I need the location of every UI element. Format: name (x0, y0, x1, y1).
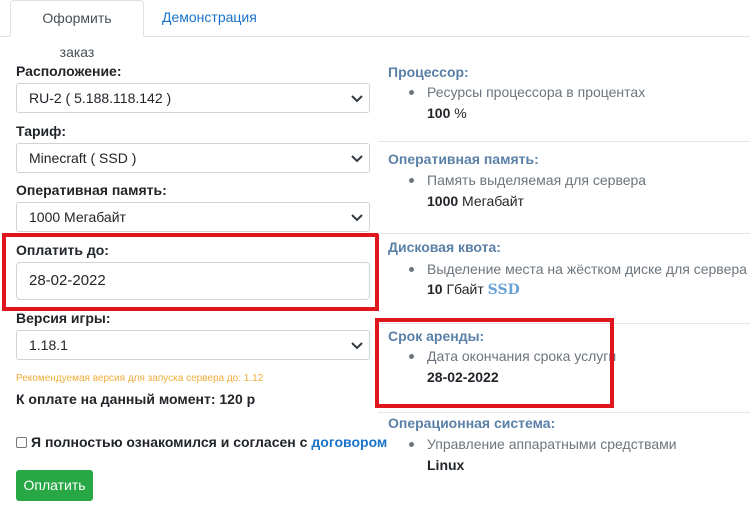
bullet-icon (409, 441, 414, 447)
highlight-frame-rent (375, 318, 614, 408)
spec-ram-title: Оперативная память: (388, 151, 539, 167)
tariff-select[interactable]: Minecraft ( SSD ) (16, 143, 370, 173)
tariff-value: Minecraft ( SSD ) (29, 150, 137, 166)
location-label: Расположение: (16, 63, 122, 79)
spec-cpu-item: Ресурсы процессора в процентах (409, 84, 645, 100)
spec-cpu-title: Процессор: (388, 64, 469, 80)
version-hint: Рекомендуемая версия для запуска сервера… (16, 373, 264, 384)
agreement-row: Я полностью ознакомился и согласен с дог… (16, 434, 387, 450)
spec-cpu-value: 100 % (427, 105, 467, 121)
ram-select[interactable]: 1000 Мегабайт (16, 202, 370, 232)
spec-ram-value: 1000 Мегабайт (427, 193, 524, 209)
tab-bar: Оформить заказ Демонстрация (0, 0, 750, 60)
spec-os-desc: Управление аппаратными средствами (427, 436, 677, 452)
agree-text: Я полностью ознакомился и согласен с (31, 434, 308, 450)
spec-cpu: Процессор: Ресурсы процессора в процента… (378, 54, 750, 142)
ssd-badge: SSD (487, 282, 520, 298)
chevron-down-icon (351, 95, 363, 103)
spec-os: Операционная система: Управление аппарат… (378, 413, 750, 493)
spec-ram: Оперативная память: Память выделяемая дл… (378, 142, 750, 234)
ram-value: 1000 Мегабайт (29, 209, 126, 225)
chevron-down-icon (351, 214, 363, 222)
spec-ram-item: Память выделяемая для сервера (409, 172, 646, 188)
bullet-icon (409, 266, 414, 272)
bullet-icon (409, 177, 414, 183)
game-version-value: 1.18.1 (29, 337, 68, 353)
spec-disk: Дисковая квота: Выделение места на жёстк… (378, 234, 750, 324)
pay-button[interactable]: Оплатить (16, 470, 93, 501)
location-value: RU-2 ( 5.188.118.142 ) (29, 90, 172, 106)
chevron-down-icon (351, 155, 363, 163)
agree-checkbox[interactable] (16, 436, 27, 448)
tab-order[interactable]: Оформить заказ (10, 0, 144, 60)
spec-ram-desc: Память выделяемая для сервера (427, 172, 647, 188)
game-version-select[interactable]: 1.18.1 (16, 330, 370, 360)
total-price: К оплате на данный момент: 120 р (16, 391, 256, 407)
tab-demo[interactable]: Демонстрация (146, 0, 273, 36)
ram-label: Оперативная память: (16, 182, 167, 198)
location-select[interactable]: RU-2 ( 5.188.118.142 ) (16, 83, 370, 113)
spec-disk-item: Выделение места на жёстком диске для сер… (409, 261, 747, 277)
game-version-label: Версия игры: (16, 310, 111, 326)
spec-disk-value: 10 Гбайт SSD (427, 281, 520, 298)
contract-link[interactable]: договором (311, 434, 387, 450)
spec-os-title: Операционная система: (388, 415, 556, 431)
spec-os-value: Linux (427, 457, 465, 473)
highlight-frame-pay-until (2, 233, 379, 311)
spec-disk-title: Дисковая квота: (388, 239, 501, 255)
tariff-label: Тариф: (16, 123, 67, 139)
chevron-down-icon (351, 342, 363, 350)
spec-disk-desc: Выделение места на жёстком диске для сер… (427, 261, 747, 277)
spec-cpu-desc: Ресурсы процессора в процентах (427, 84, 646, 100)
bullet-icon (409, 89, 414, 95)
spec-os-item: Управление аппаратными средствами (409, 436, 677, 452)
